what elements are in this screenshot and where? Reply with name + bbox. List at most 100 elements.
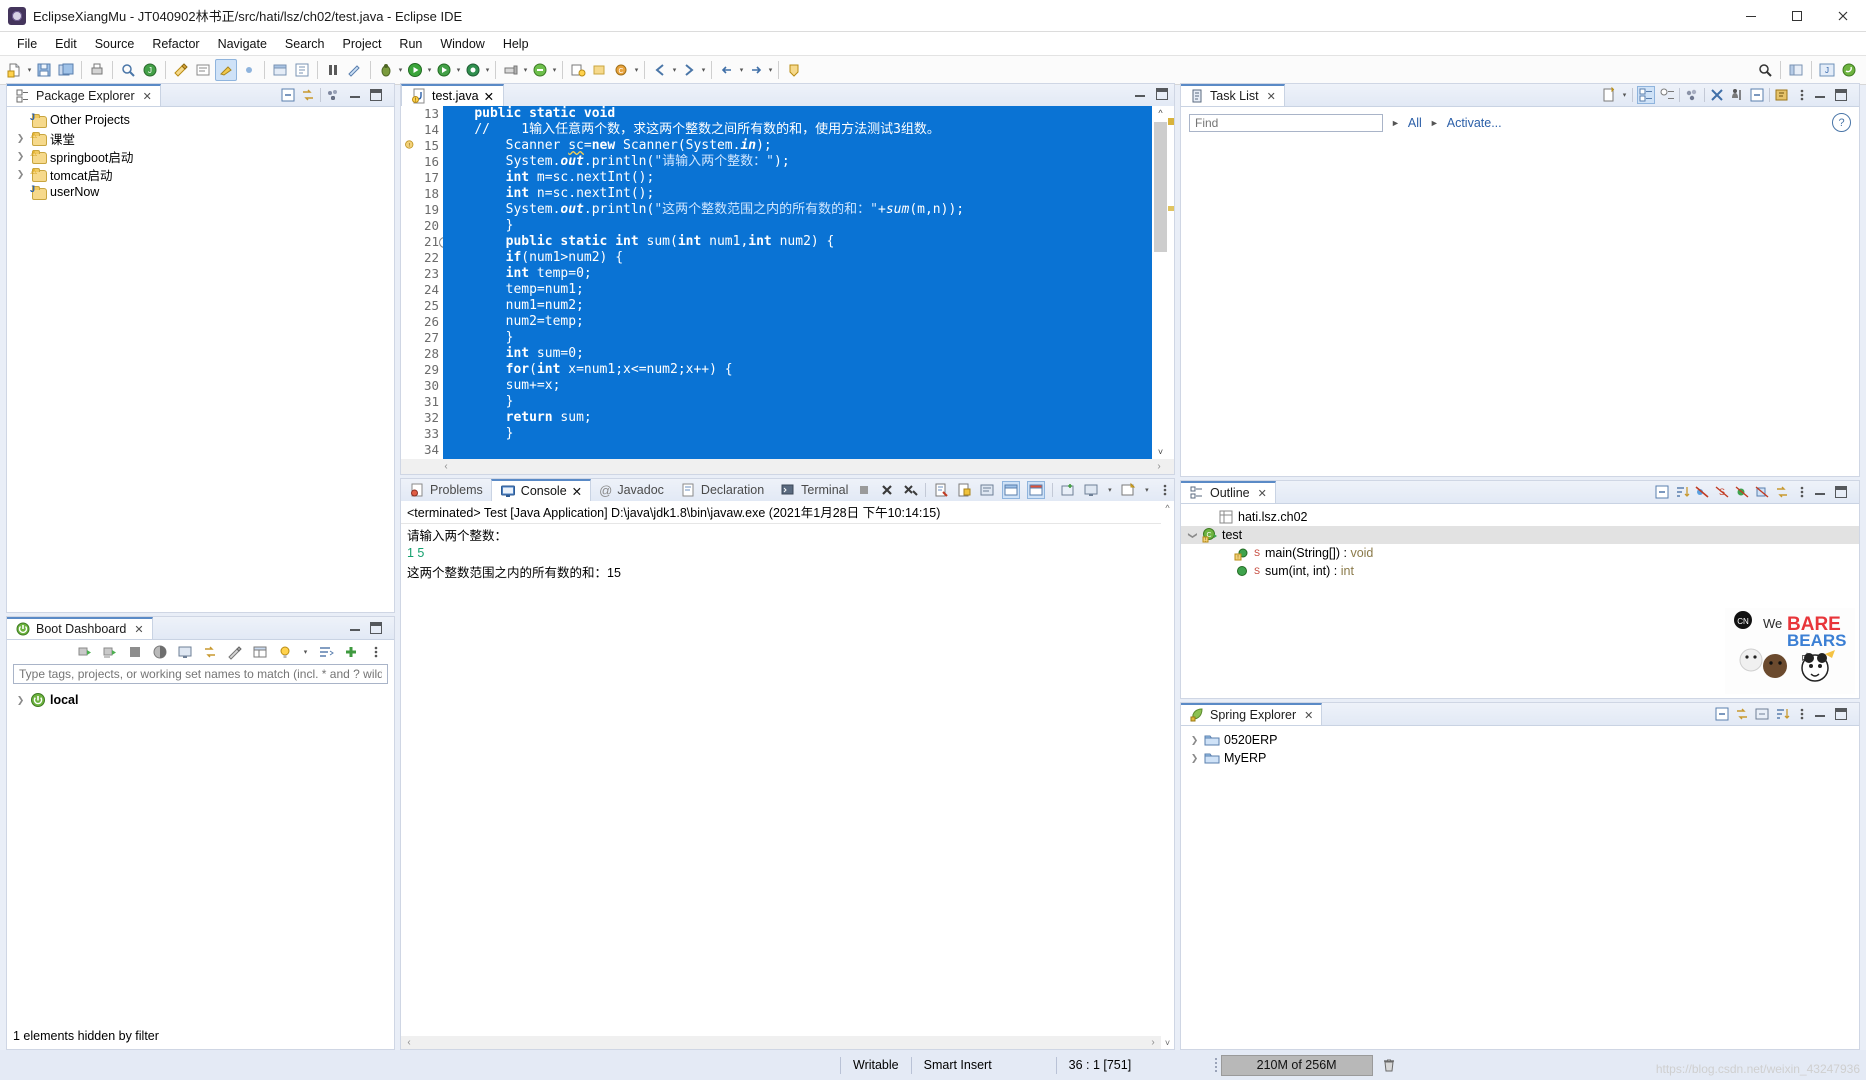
boot-view-menu-icon[interactable] bbox=[368, 644, 384, 660]
restart-icon[interactable] bbox=[102, 644, 118, 660]
code-line[interactable]: System.out.println("请输入两个整数："); bbox=[443, 154, 1152, 170]
console-horizontal-scrollbar[interactable]: ‹ › bbox=[401, 1036, 1161, 1049]
tab-boot-dashboard[interactable]: Boot Dashboard ✕ bbox=[7, 617, 153, 639]
collapse-all-icon[interactable] bbox=[280, 87, 296, 103]
close-button[interactable] bbox=[1820, 0, 1866, 31]
filter-icon[interactable] bbox=[318, 644, 334, 660]
menu-run[interactable]: Run bbox=[390, 35, 431, 53]
tab-javadoc[interactable]: @ Javadoc bbox=[591, 479, 672, 501]
console-vertical-scrollbar[interactable]: ^ ˅ bbox=[1161, 501, 1174, 1049]
outline-item[interactable]: ❯ C! test bbox=[1181, 526, 1859, 544]
open-console-dropdown-icon[interactable] bbox=[1083, 482, 1099, 498]
debug-icon[interactable] bbox=[376, 60, 396, 80]
display-selected-console-icon[interactable] bbox=[1027, 481, 1046, 499]
new-java-project-icon[interactable] bbox=[568, 60, 588, 80]
back-dropdown-icon[interactable]: ▾ bbox=[738, 60, 745, 80]
scheduled-presentation-icon[interactable] bbox=[1659, 87, 1675, 103]
tab-console[interactable]: Console ✕ bbox=[490, 479, 592, 501]
highlight-toggle-icon[interactable] bbox=[215, 59, 237, 81]
spring-explorer-close-icon[interactable]: ✕ bbox=[1304, 709, 1313, 722]
java-perspective-icon[interactable]: J bbox=[1817, 60, 1837, 80]
spring-link-icon[interactable] bbox=[1734, 706, 1750, 722]
overview-ruler[interactable] bbox=[1167, 106, 1174, 459]
spring-refresh-icon[interactable] bbox=[1754, 706, 1770, 722]
last-edit-icon[interactable] bbox=[171, 60, 191, 80]
outline-item[interactable]: Ssum(int, int) : int bbox=[1181, 562, 1859, 580]
hscroll-right-arrow-icon[interactable]: › bbox=[1152, 459, 1166, 474]
run-history-icon[interactable] bbox=[434, 60, 454, 80]
start-icon[interactable] bbox=[77, 644, 93, 660]
console-view-menu-icon[interactable] bbox=[1157, 482, 1173, 498]
expand-arrow-icon[interactable]: ❯ bbox=[1189, 753, 1200, 764]
debug-dropdown-icon[interactable]: ▾ bbox=[397, 60, 404, 80]
categorized-presentation-icon[interactable] bbox=[1637, 86, 1655, 104]
outline-item[interactable]: ! Smain(String[]) : void bbox=[1181, 544, 1859, 562]
view-menu-icon[interactable] bbox=[325, 87, 341, 103]
code-line[interactable]: temp=num1; bbox=[443, 282, 1152, 298]
focus-on-workweek-icon[interactable] bbox=[1684, 87, 1700, 103]
next-dropdown-icon[interactable]: ▾ bbox=[700, 60, 707, 80]
outline-close-icon[interactable]: ✕ bbox=[1258, 487, 1267, 500]
editor-close-icon[interactable]: ✕ bbox=[484, 89, 494, 104]
package-explorer-item[interactable]: ❯ ⚠ tomcat启动 bbox=[7, 165, 394, 183]
spring-explorer-item[interactable]: ❯ 0520ERP bbox=[1181, 731, 1859, 749]
outline-maximize-icon[interactable] bbox=[1835, 486, 1847, 498]
back-icon[interactable] bbox=[717, 60, 737, 80]
task-help-icon[interactable]: ? bbox=[1832, 113, 1851, 132]
outline-toolbar-icon[interactable] bbox=[292, 60, 312, 80]
hscroll-left-arrow-icon[interactable]: ‹ bbox=[439, 459, 453, 474]
boot-dashboard-filter-input[interactable] bbox=[13, 664, 388, 684]
pin-console-icon[interactable] bbox=[1002, 481, 1021, 499]
previous-annotation-icon[interactable] bbox=[650, 60, 670, 80]
tab-declaration[interactable]: Declaration bbox=[672, 479, 772, 501]
run-dropdown-icon[interactable]: ▾ bbox=[426, 60, 433, 80]
code-line[interactable]: for(int x=num1;x<=num2;x++) { bbox=[443, 362, 1152, 378]
maximize-button[interactable] bbox=[1774, 0, 1820, 31]
code-line[interactable]: sum+=x; bbox=[443, 378, 1152, 394]
boot-dashboard-close-icon[interactable]: ✕ bbox=[134, 623, 143, 636]
task-filter-all[interactable]: All bbox=[1408, 116, 1422, 130]
forward-icon[interactable] bbox=[746, 60, 766, 80]
code-line[interactable]: int sum=0; bbox=[443, 346, 1152, 362]
spring-explorer-minimize-icon[interactable] bbox=[1814, 708, 1826, 720]
open-editor-icon[interactable] bbox=[270, 60, 290, 80]
console-dropdown-caret-icon[interactable]: ▾ bbox=[1106, 480, 1113, 500]
editor-vertical-scrollbar[interactable]: ^ ˅ bbox=[1153, 106, 1168, 459]
warning-marker-icon[interactable]: ! bbox=[402, 140, 415, 152]
console-hscroll-left-icon[interactable]: ‹ bbox=[403, 1036, 415, 1049]
task-activate-link[interactable]: Activate... bbox=[1447, 116, 1502, 130]
code-line[interactable] bbox=[443, 442, 1152, 458]
code-line[interactable]: num1=num2; bbox=[443, 298, 1152, 314]
run-history-dropdown-icon[interactable]: ▾ bbox=[455, 60, 462, 80]
task-view-menu-icon[interactable] bbox=[1794, 87, 1810, 103]
package-explorer-maximize-icon[interactable] bbox=[370, 89, 382, 101]
scroll-down-arrow-icon[interactable]: ˅ bbox=[1153, 445, 1168, 459]
source-code[interactable]: public static void main(String[] args) {… bbox=[443, 106, 1152, 459]
code-line[interactable]: } bbox=[443, 426, 1152, 442]
new-dropdown-icon[interactable]: ▾ bbox=[26, 60, 33, 80]
hide-local-types-icon[interactable] bbox=[1754, 484, 1770, 500]
expand-arrow-icon[interactable]: ❯ bbox=[15, 151, 26, 162]
terminate-icon[interactable] bbox=[856, 482, 872, 498]
show-console-on-output-icon[interactable] bbox=[979, 482, 995, 498]
new-console-view-icon[interactable] bbox=[1060, 482, 1076, 498]
package-explorer-close-icon[interactable]: ✕ bbox=[143, 90, 152, 103]
collapse-all-tasks-icon[interactable] bbox=[1749, 87, 1765, 103]
next-annotation-icon[interactable] bbox=[679, 60, 699, 80]
code-line[interactable]: } bbox=[443, 218, 1152, 234]
editor-maximize-icon[interactable] bbox=[1156, 88, 1168, 100]
new-task-icon[interactable] bbox=[1601, 87, 1617, 103]
external-tools-dropdown-icon[interactable]: ▾ bbox=[522, 60, 529, 80]
tab-test-java[interactable]: ! test.java ✕ bbox=[401, 84, 505, 106]
hide-nonpublic-icon[interactable] bbox=[1734, 484, 1750, 500]
editor-horizontal-scrollbar[interactable]: ‹ › bbox=[401, 459, 1174, 474]
save-all-icon[interactable] bbox=[56, 60, 76, 80]
new-class-icon[interactable]: C bbox=[612, 60, 632, 80]
code-line[interactable]: } bbox=[443, 394, 1152, 410]
bullet-icon[interactable] bbox=[239, 60, 259, 80]
code-line[interactable]: Scanner sc=new Scanner(System.in); bbox=[443, 138, 1152, 154]
heap-status-indicator[interactable]: 210M of 256M bbox=[1220, 1054, 1373, 1076]
edit-pencil-icon[interactable] bbox=[345, 60, 365, 80]
clear-active-task-icon[interactable] bbox=[1709, 87, 1725, 103]
forward-dropdown-icon[interactable]: ▾ bbox=[767, 60, 774, 80]
